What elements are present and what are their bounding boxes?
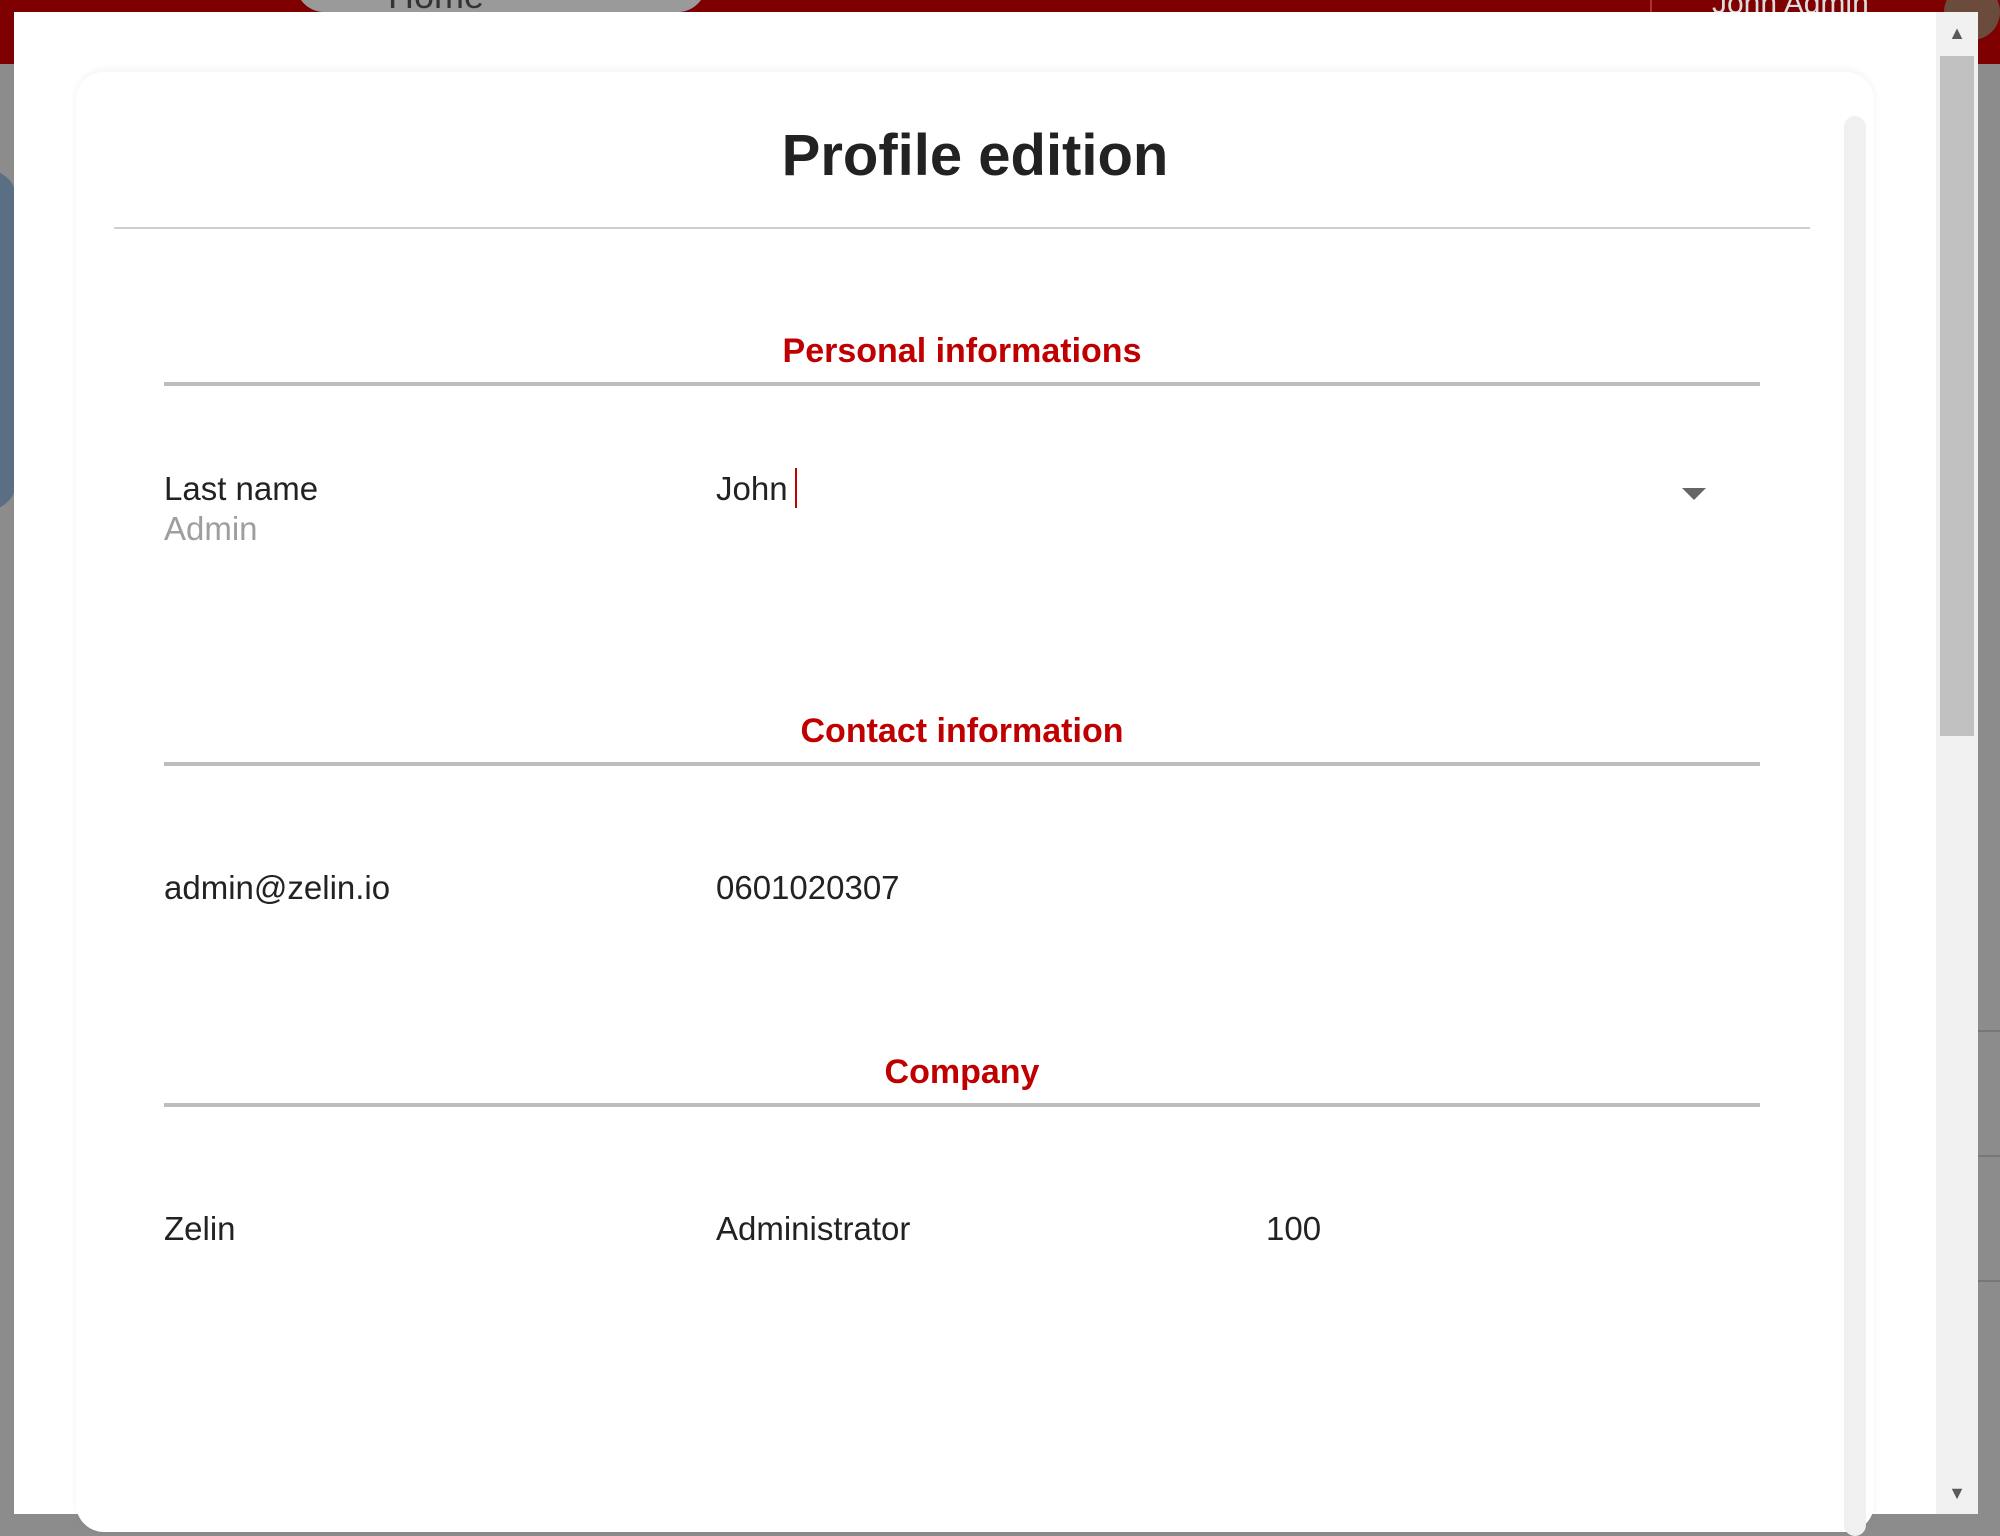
scroll-thumb[interactable] bbox=[1940, 56, 1974, 736]
background-home-tab: Home bbox=[296, 0, 706, 12]
modal-scrollbar[interactable]: ▲ ▼ bbox=[1936, 12, 1978, 1514]
profile-form-card: Profile edition Personal informations La… bbox=[76, 72, 1874, 1536]
scroll-down-arrow-icon[interactable]: ▼ bbox=[1936, 1472, 1978, 1514]
first-name-input[interactable]: John bbox=[716, 470, 788, 508]
company-number-field[interactable]: 100 bbox=[1266, 1210, 1321, 1248]
profile-edition-modal: ▲ ▼ Profile edition Personal information… bbox=[14, 12, 1978, 1536]
last-name-label: Last name bbox=[164, 470, 319, 507]
section-divider-personal bbox=[164, 382, 1760, 386]
scroll-up-arrow-icon[interactable]: ▲ bbox=[1936, 12, 1978, 54]
email-field[interactable]: admin@zelin.io bbox=[164, 869, 390, 907]
section-divider-company bbox=[164, 1103, 1760, 1107]
phone-field[interactable]: 0601020307 bbox=[716, 869, 900, 907]
role-field[interactable]: Administrator bbox=[716, 1210, 910, 1248]
section-divider-contact bbox=[164, 762, 1760, 766]
company-name-field[interactable]: Zelin bbox=[164, 1210, 236, 1248]
section-title-personal: Personal informations bbox=[782, 332, 1142, 370]
title-divider bbox=[114, 227, 1810, 229]
dialog-title: Profile edition bbox=[781, 123, 1169, 188]
last-name-value[interactable]: Admin bbox=[164, 510, 258, 548]
section-title-contact: Contact information bbox=[800, 712, 1124, 750]
card-scroll-track[interactable] bbox=[1844, 116, 1866, 1536]
chevron-down-icon[interactable] bbox=[1682, 488, 1706, 500]
section-title-company: Company bbox=[884, 1053, 1040, 1091]
text-caret bbox=[795, 468, 797, 508]
